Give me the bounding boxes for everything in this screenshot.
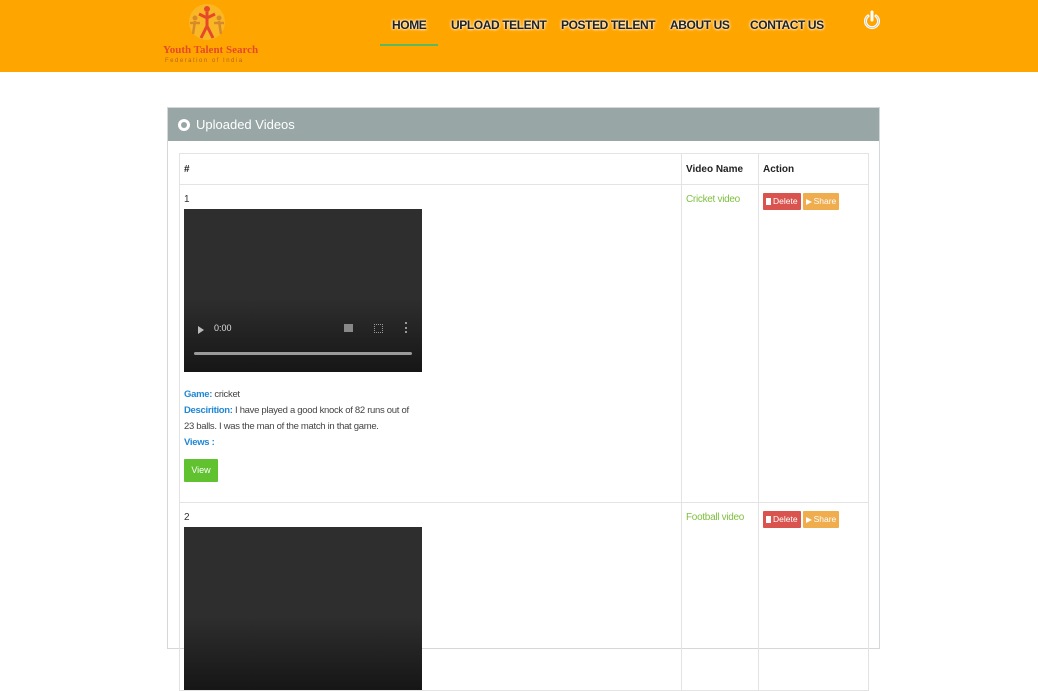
nav-home[interactable]: HOME bbox=[392, 18, 427, 32]
table-row: 1 0:00 Game: cricket Descirition: I have… bbox=[179, 184, 869, 503]
row-number: 2 bbox=[184, 512, 190, 523]
delete-label: Delete bbox=[773, 514, 798, 524]
video-name-cell: Football video bbox=[681, 502, 759, 691]
share-icon bbox=[805, 516, 812, 523]
nav-posted-telent[interactable]: POSTED TELENT bbox=[561, 18, 656, 32]
video-progress-bar[interactable] bbox=[194, 352, 412, 355]
video-cell: 1 0:00 Game: cricket Descirition: I have… bbox=[179, 184, 682, 503]
panel-title: Uploaded Videos bbox=[196, 117, 295, 132]
logo-figures-icon bbox=[189, 4, 225, 40]
table-row: 2 Football video Delete Share bbox=[179, 502, 869, 691]
panel-header: Uploaded Videos bbox=[168, 108, 879, 141]
trash-icon bbox=[766, 516, 771, 523]
description-label: Descirition: bbox=[184, 405, 233, 416]
game-label: Game: bbox=[184, 389, 213, 400]
row-number: 1 bbox=[184, 194, 190, 205]
views-label: Views : bbox=[184, 437, 215, 448]
video-meta: Game: cricket Descirition: I have played… bbox=[184, 387, 677, 451]
more-options-icon[interactable] bbox=[405, 322, 409, 333]
power-icon[interactable] bbox=[863, 9, 881, 31]
trash-icon bbox=[766, 198, 771, 205]
nav-upload-telent[interactable]: UPLOAD TELENT bbox=[451, 18, 547, 32]
video-name[interactable]: Football video bbox=[686, 503, 754, 523]
column-header-video-name: Video Name bbox=[681, 153, 759, 185]
logo-title: Youth Talent Search bbox=[163, 44, 259, 56]
play-icon[interactable] bbox=[198, 326, 204, 334]
header-bar: Youth Talent Search Federation of India … bbox=[0, 0, 1038, 72]
column-header-action: Action bbox=[758, 153, 869, 185]
action-cell: Delete Share bbox=[758, 502, 869, 691]
share-icon bbox=[805, 198, 812, 205]
share-label: Share bbox=[813, 514, 837, 524]
nav-active-indicator bbox=[380, 44, 438, 46]
volume-icon[interactable] bbox=[344, 324, 353, 332]
share-button[interactable]: Share bbox=[802, 511, 840, 528]
logo-subtitle: Federation of India bbox=[165, 58, 244, 64]
nav-about-us[interactable]: ABOUT US bbox=[670, 18, 730, 32]
nav-contact-us[interactable]: CONTACT US bbox=[750, 18, 824, 32]
globe-icon bbox=[178, 118, 190, 131]
fullscreen-icon[interactable] bbox=[374, 324, 383, 333]
video-name[interactable]: Cricket video bbox=[686, 185, 754, 205]
video-player[interactable] bbox=[184, 527, 422, 690]
video-name-cell: Cricket video bbox=[681, 184, 759, 503]
videos-table: # Video Name Action 1 0:00 Game: cricket… bbox=[179, 153, 869, 691]
delete-button[interactable]: Delete bbox=[763, 193, 801, 210]
action-buttons: Delete Share bbox=[763, 185, 864, 210]
action-buttons: Delete Share bbox=[763, 503, 864, 528]
video-cell: 2 bbox=[179, 502, 682, 691]
delete-label: Delete bbox=[773, 196, 798, 206]
action-cell: Delete Share bbox=[758, 184, 869, 503]
video-time: 0:00 bbox=[214, 323, 232, 333]
share-label: Share bbox=[813, 196, 837, 206]
share-button[interactable]: Share bbox=[802, 193, 840, 210]
video-player[interactable]: 0:00 bbox=[184, 209, 422, 372]
delete-button[interactable]: Delete bbox=[763, 511, 801, 528]
view-button[interactable]: View bbox=[184, 459, 218, 482]
column-header-number: # bbox=[179, 153, 682, 185]
uploaded-videos-panel: Uploaded Videos # Video Name Action 1 0:… bbox=[167, 107, 880, 691]
game-value: cricket bbox=[214, 389, 240, 400]
logo[interactable]: Youth Talent Search Federation of India bbox=[163, 2, 258, 66]
